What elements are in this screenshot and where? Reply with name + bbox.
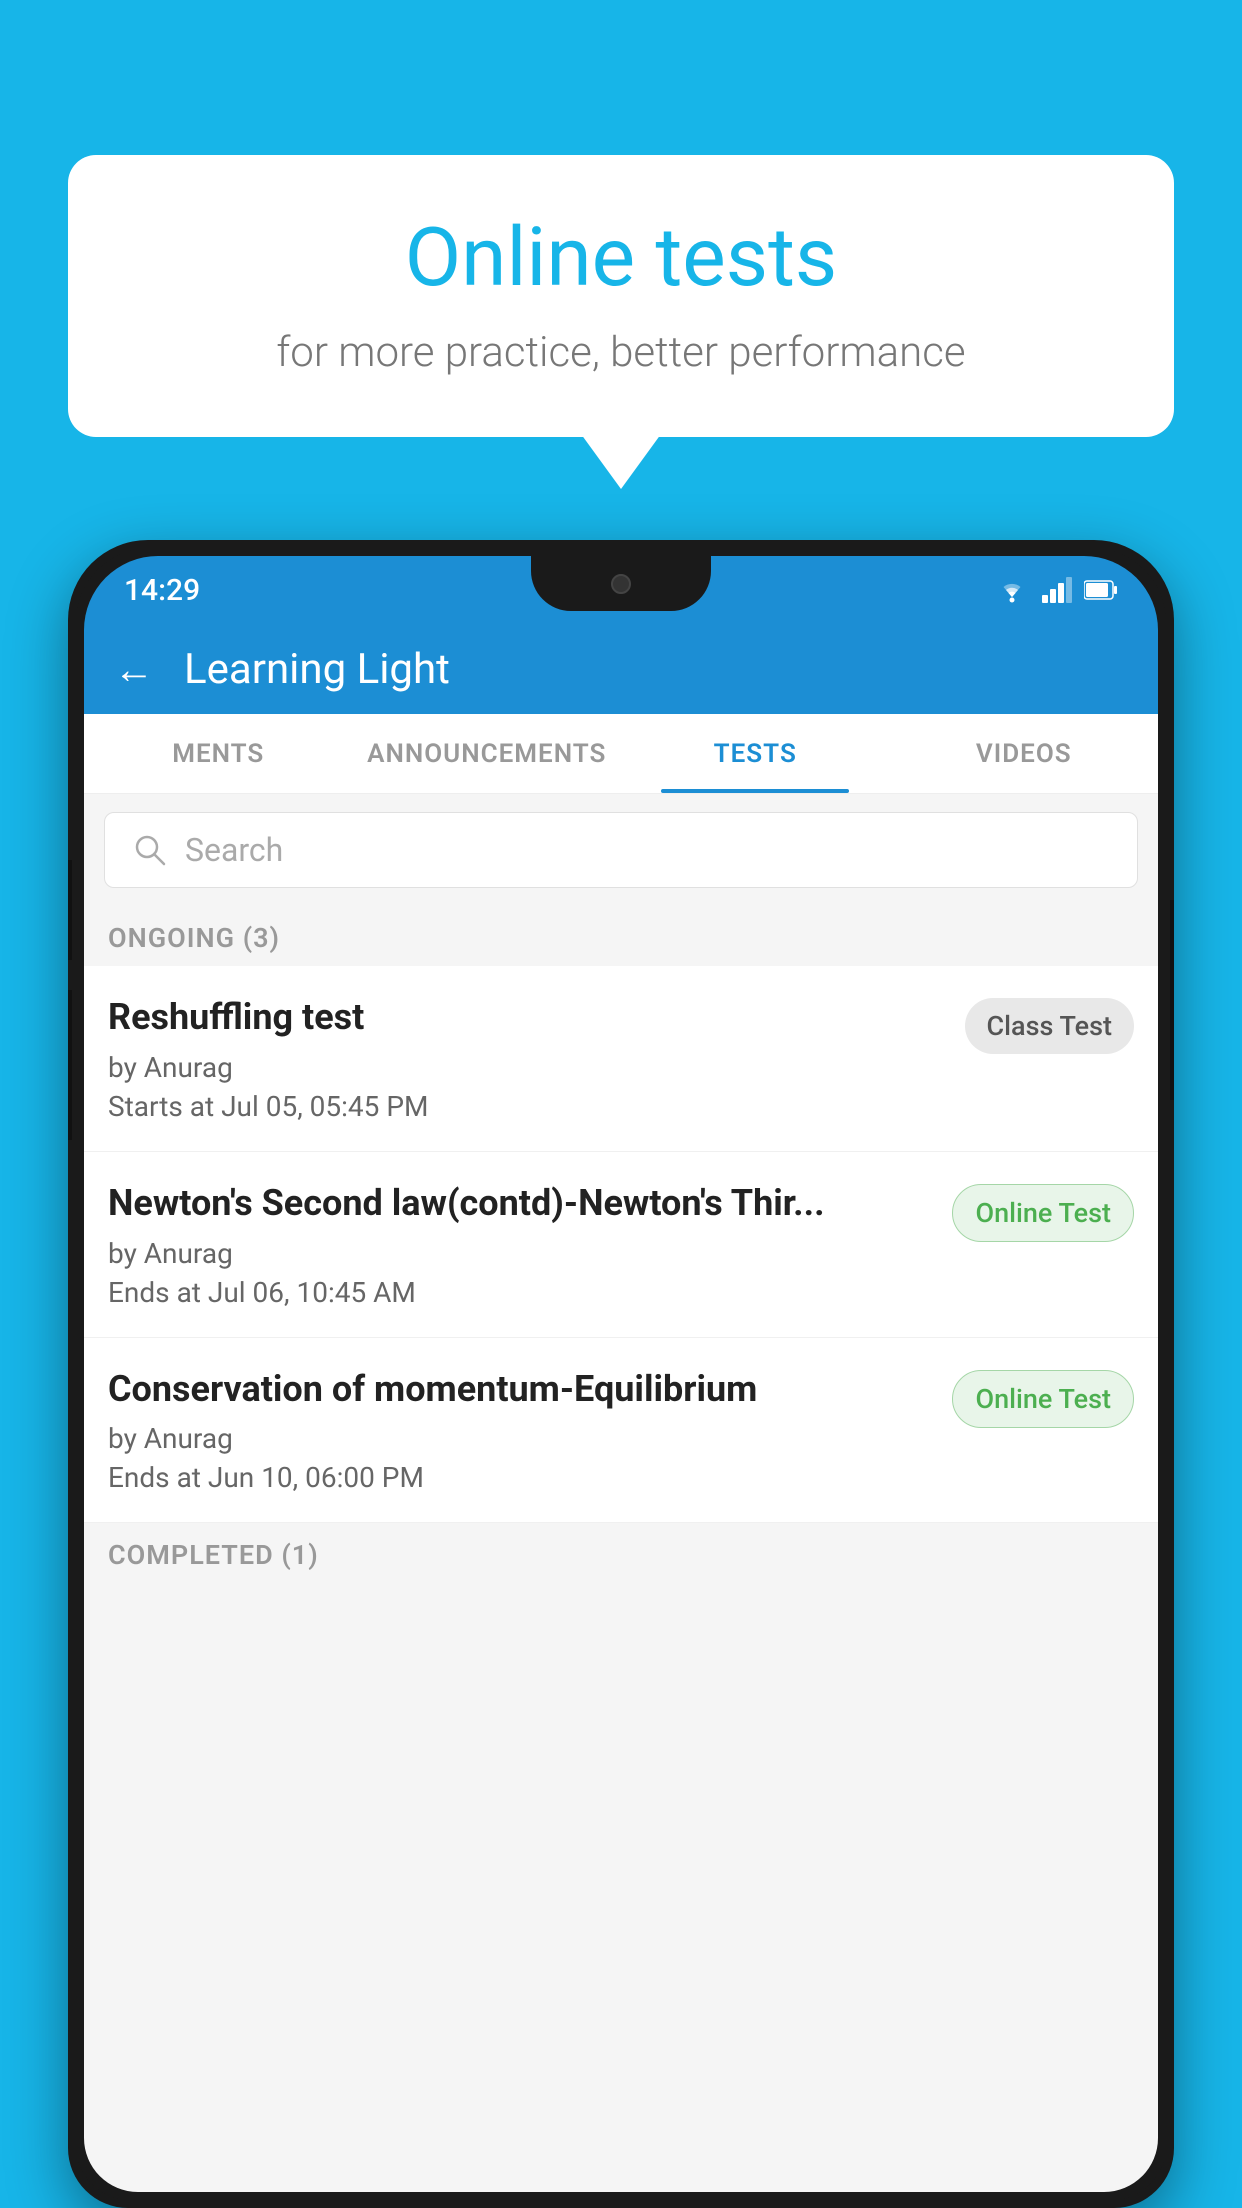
back-button[interactable]: ←	[114, 646, 154, 693]
test-info: Newton's Second law(contd)-Newton's Thir…	[108, 1180, 936, 1309]
tab-ments[interactable]: MENTS	[84, 714, 353, 793]
test-item-conservation[interactable]: Conservation of momentum-Equilibrium by …	[84, 1338, 1158, 1524]
volume-up-button	[68, 860, 72, 960]
completed-label: COMPLETED (1)	[108, 1539, 319, 1571]
app-header: ← Learning Light	[84, 624, 1158, 714]
wifi-icon	[994, 577, 1030, 603]
phone-frame: 14:29	[68, 540, 1174, 2208]
test-item-newtons[interactable]: Newton's Second law(contd)-Newton's Thir…	[84, 1152, 1158, 1338]
test-date: Ends at Jun 10, 06:00 PM	[108, 1461, 936, 1494]
power-button	[1170, 900, 1174, 1100]
bubble-subtitle: for more practice, better performance	[128, 328, 1114, 377]
test-by: by Anurag	[108, 1422, 936, 1455]
screen-content: Search ONGOING (3) Reshuffling test by A…	[84, 794, 1158, 2192]
signal-icon	[1042, 577, 1072, 603]
search-bar[interactable]: Search	[104, 812, 1138, 888]
class-test-badge: Class Test	[965, 998, 1135, 1054]
search-icon	[133, 833, 167, 867]
online-test-badge-2: Online Test	[952, 1370, 1134, 1428]
app-body: Search ONGOING (3) Reshuffling test by A…	[84, 794, 1158, 2192]
test-info: Reshuffling test by Anurag Starts at Jul…	[108, 994, 949, 1123]
test-name: Reshuffling test	[108, 994, 949, 1041]
camera	[611, 574, 631, 594]
completed-section-header: COMPLETED (1)	[84, 1523, 1158, 1583]
test-name: Conservation of momentum-Equilibrium	[108, 1366, 936, 1413]
tab-announcements[interactable]: ANNOUNCEMENTS	[353, 714, 622, 793]
bubble-title: Online tests	[128, 210, 1114, 306]
status-icons	[994, 577, 1118, 603]
app-title: Learning Light	[184, 645, 450, 694]
promo-bubble: Online tests for more practice, better p…	[68, 155, 1174, 437]
battery-icon	[1084, 579, 1118, 601]
online-test-badge: Online Test	[952, 1184, 1134, 1242]
test-item-reshuffling[interactable]: Reshuffling test by Anurag Starts at Jul…	[84, 966, 1158, 1152]
test-date: Ends at Jul 06, 10:45 AM	[108, 1276, 936, 1309]
search-input[interactable]: Search	[185, 831, 283, 869]
phone-inner: 14:29	[76, 548, 1166, 2200]
phone-screen: 14:29	[84, 556, 1158, 2192]
test-by: by Anurag	[108, 1237, 936, 1270]
tab-videos[interactable]: VIDEOS	[890, 714, 1159, 793]
test-by: by Anurag	[108, 1051, 949, 1084]
tab-tests[interactable]: TESTS	[621, 714, 890, 793]
test-date: Starts at Jul 05, 05:45 PM	[108, 1090, 949, 1123]
status-time: 14:29	[124, 573, 200, 608]
test-name: Newton's Second law(contd)-Newton's Thir…	[108, 1180, 936, 1227]
test-info: Conservation of momentum-Equilibrium by …	[108, 1366, 936, 1495]
tab-bar: MENTS ANNOUNCEMENTS TESTS VIDEOS	[84, 714, 1158, 794]
ongoing-label: ONGOING (3)	[108, 922, 280, 954]
notch	[531, 556, 711, 611]
status-bar: 14:29	[84, 556, 1158, 624]
volume-down-button	[68, 990, 72, 1140]
ongoing-section-header: ONGOING (3)	[84, 906, 1158, 966]
